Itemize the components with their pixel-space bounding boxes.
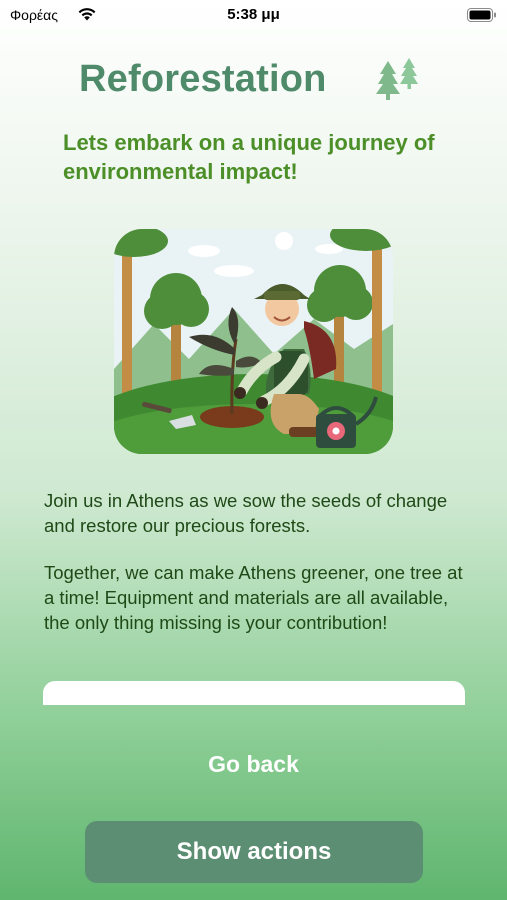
go-back-button[interactable]: Go back xyxy=(0,748,507,780)
status-bar: Φορέας 5:38 μμ xyxy=(0,0,507,32)
subtitle: Lets embark on a unique journey of envir… xyxy=(63,130,435,184)
page-title: Reforestation xyxy=(79,58,327,100)
title-row: Reforestation xyxy=(0,58,507,108)
hero-illustration xyxy=(114,229,393,454)
content-card xyxy=(43,681,465,705)
intro-paragraph: Join us in Athens as we sow the seeds of… xyxy=(44,490,448,536)
details-paragraph: Together, we can make Athens greener, on… xyxy=(44,562,463,633)
trees-icon xyxy=(376,58,418,100)
clock: 5:38 μμ xyxy=(227,6,280,23)
battery-icon xyxy=(467,8,496,22)
gardener-planting-illustration xyxy=(114,229,393,454)
show-actions-button[interactable]: Show actions xyxy=(85,821,423,883)
